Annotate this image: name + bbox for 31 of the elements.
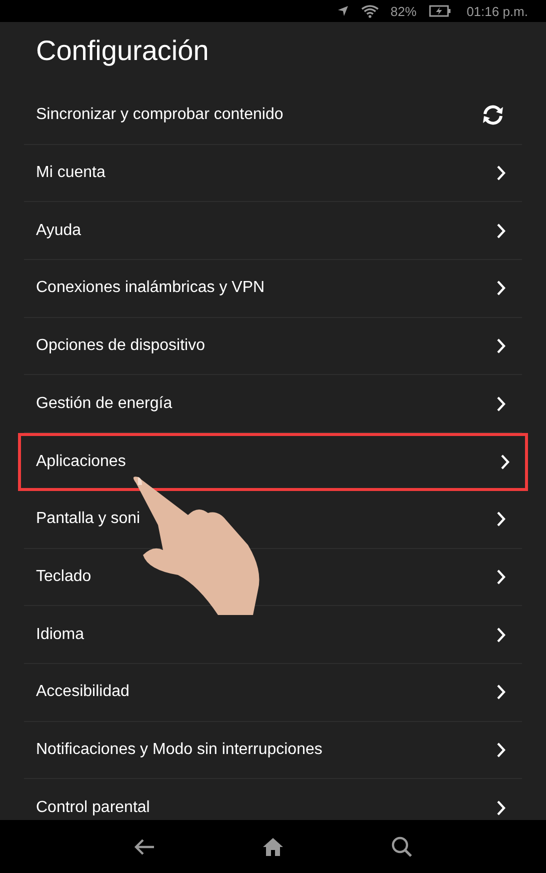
chevron-right-icon: [496, 280, 506, 296]
settings-item[interactable]: Opciones de dispositivo: [24, 318, 522, 376]
settings-item[interactable]: Notificaciones y Modo sin interrupciones: [24, 722, 522, 780]
back-icon[interactable]: [133, 838, 156, 856]
sync-icon[interactable]: [480, 103, 506, 128]
clock: 01:16 p.m.: [466, 4, 528, 18]
settings-item[interactable]: Conexiones inalámbricas y VPN: [24, 260, 522, 318]
battery-charging-icon: [428, 5, 451, 17]
settings-item[interactable]: Mi cuenta: [24, 144, 522, 202]
settings-item[interactable]: Accesibilidad: [24, 664, 522, 722]
chevron-right-icon: [496, 222, 506, 239]
settings-item[interactable]: Gestión de energía: [24, 375, 522, 434]
location-icon: [336, 5, 349, 17]
chevron-right-icon: [496, 800, 506, 816]
chevron-right-icon: [496, 742, 506, 758]
chevron-right-icon: [496, 396, 506, 412]
wifi-icon: [360, 4, 379, 18]
chevron-right-icon: [496, 165, 506, 182]
chevron-right-icon: [496, 684, 506, 700]
settings-item[interactable]: Ayuda: [24, 202, 522, 260]
settings-item[interactable]: Aplicaciones: [18, 433, 528, 491]
chevron-right-icon: [496, 568, 506, 585]
chevron-right-icon: [496, 338, 506, 354]
chevron-right-icon: [496, 511, 506, 528]
chevron-right-icon: [496, 626, 506, 643]
home-icon[interactable]: [262, 836, 284, 856]
chevron-right-icon: [500, 454, 510, 470]
search-icon[interactable]: [390, 836, 413, 858]
settings-item[interactable]: Sincronizar y comprobar contenido: [24, 87, 522, 145]
page-title: Configuración: [35, 34, 210, 68]
battery-percent: 82%: [390, 4, 417, 18]
